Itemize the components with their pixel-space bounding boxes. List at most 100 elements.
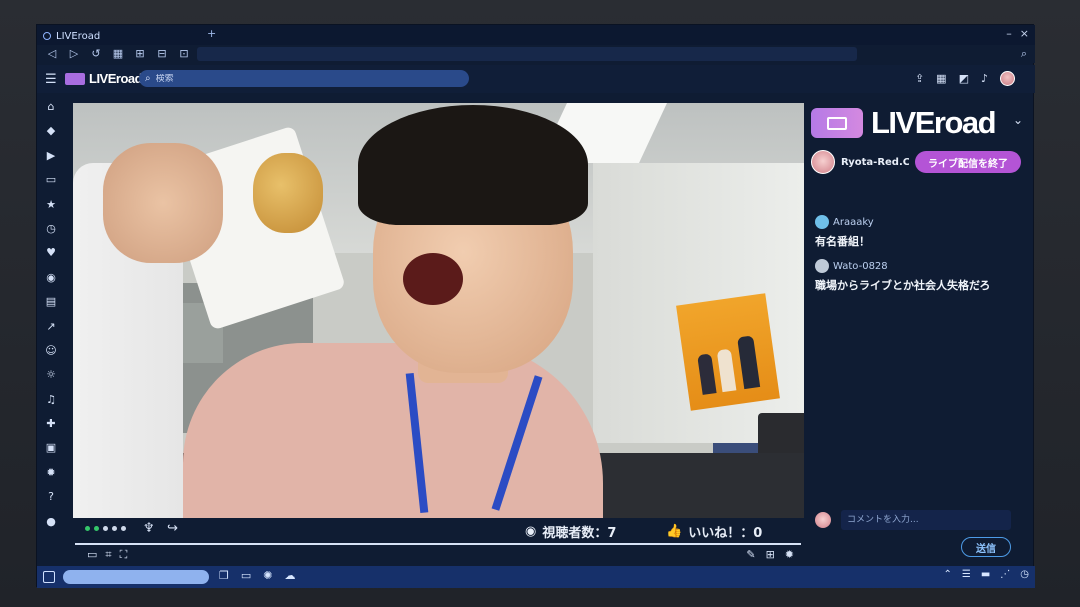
taskbar-apps: ❐ ▭ ✺ ☁ (219, 569, 296, 582)
card-icon[interactable]: ▣ (37, 436, 65, 460)
search-input[interactable] (155, 73, 446, 84)
clock-icon[interactable]: ◷ (37, 217, 65, 241)
wifi-icon[interactable]: ⋰ (1000, 569, 1010, 580)
bell-icon[interactable]: ♪ (981, 72, 988, 85)
commenter-avatar (815, 259, 829, 273)
system-tray: ⌃ ☰ ▬ ⋰ ◷ (943, 569, 1029, 580)
commenter-name: Wato-0828 (833, 260, 888, 272)
edit-icon[interactable]: ✎ (746, 548, 755, 561)
crop-icon[interactable]: ⌗ (105, 548, 111, 562)
controller-icon[interactable]: ✚ (37, 412, 65, 436)
windows-icon[interactable]: ❐ (219, 569, 229, 582)
video-poster (676, 293, 780, 411)
browser-icon[interactable]: ✺ (263, 569, 272, 582)
list-item: Wato-0828 職場からライブとか社会人失格だろ (815, 259, 1025, 293)
sun-icon[interactable]: ☼ (37, 363, 65, 387)
video-shirt (183, 343, 603, 518)
new-tab-button[interactable]: + (207, 27, 216, 40)
search-icon[interactable]: ⌕ (1021, 47, 1027, 61)
viewer-count-label: 視聴者数：7 (542, 526, 617, 541)
search-bar[interactable]: ⌕ (139, 70, 469, 87)
zoom-icon[interactable]: ⊡ (177, 47, 191, 60)
list-icon[interactable]: ☰ (962, 569, 971, 580)
window-controls: – × (1006, 27, 1029, 40)
star-icon[interactable]: ★ (37, 193, 65, 217)
fullscreen-icon[interactable]: ⛶ (120, 548, 128, 562)
comment-author[interactable]: Wato-0828 (815, 259, 1025, 273)
nav-bar: ◁ ▷ ↺ ▦ ⊞ ⊟ ⊡ ⌕ (37, 45, 1035, 63)
chat-icon[interactable]: ● (37, 510, 65, 534)
battery-icon[interactable]: ▬ (981, 569, 990, 580)
start-icon[interactable] (43, 571, 55, 583)
video-camera-icon (811, 108, 863, 138)
header-logo[interactable]: LIVEroad (65, 71, 143, 86)
heart-icon[interactable]: ♥ (37, 241, 65, 265)
settings-icon[interactable]: ✹ (37, 461, 65, 485)
home-icon[interactable]: ⌂ (37, 95, 65, 119)
logo-badge-icon (65, 72, 85, 85)
video-progress-bar[interactable] (75, 543, 801, 545)
video-hair (358, 105, 588, 225)
ufo-icon[interactable]: ◉ (37, 266, 65, 290)
title-bar: LIVEroad + – × (37, 25, 1035, 45)
comment-composer (815, 509, 1019, 531)
self-avatar (815, 512, 831, 528)
comment-input[interactable] (841, 510, 1011, 530)
search-icon: ⌕ (145, 73, 151, 84)
trending-icon[interactable]: ↗ (37, 315, 65, 339)
taskbar: ❐ ▭ ✺ ☁ ⌃ ☰ ▬ ⋰ ◷ (37, 566, 1035, 588)
add-icon[interactable]: ⊞ (766, 548, 775, 561)
chevron-down-icon[interactable]: ⌄ (1013, 113, 1023, 127)
help-icon[interactable]: ? (37, 485, 65, 509)
viewer-count: ◉ 視聴者数：7 (525, 522, 616, 541)
minus-icon[interactable]: ⊟ (155, 47, 169, 60)
user-icon[interactable]: ☺ (37, 339, 65, 363)
grid-icon[interactable]: ▦ (111, 47, 125, 60)
video-right-tools: ✎ ⊞ ✹ (746, 548, 794, 561)
close-button[interactable]: × (1020, 27, 1029, 40)
address-bar[interactable] (197, 47, 857, 61)
music-icon[interactable]: ♫ (37, 388, 65, 412)
commenter-avatar (815, 215, 829, 229)
app-header: ☰ LIVEroad ⌕ ⇪ ▦ ◩ ♪ (37, 65, 1035, 93)
game-icon[interactable]: ◆ (37, 119, 65, 143)
header-actions: ⇪ ▦ ◩ ♪ (915, 71, 1015, 86)
reload-icon[interactable]: ↺ (89, 47, 103, 60)
end-live-button[interactable]: ライブ配信を終了 (915, 151, 1021, 173)
clock-icon[interactable]: ◷ (1020, 569, 1029, 580)
live-panel: LIVEroad ⌄ Ryota-Red.C. ライブ配信を終了 Araaaky… (807, 95, 1031, 565)
streamer-avatar[interactable] (811, 150, 835, 174)
nav-controls: ◁ ▷ ↺ ▦ ⊞ ⊟ ⊡ (45, 47, 191, 60)
folder-icon[interactable]: ▭ (241, 569, 251, 582)
minimize-button[interactable]: – (1006, 27, 1012, 40)
apps-icon[interactable]: ▦ (936, 72, 946, 85)
comment-author[interactable]: Araaaky (815, 215, 1025, 229)
settings-icon[interactable]: ✹ (785, 548, 794, 561)
avatar[interactable] (1000, 71, 1015, 86)
browser-tab[interactable]: LIVEroad (43, 28, 203, 44)
play-icon[interactable]: ▶ (37, 144, 65, 168)
screen-icon[interactable]: ▭ (87, 548, 97, 562)
like-count[interactable]: 👍 いいね！：0 (666, 522, 762, 541)
menu-icon[interactable]: ☰ (45, 72, 57, 87)
panel-brand: LIVEroad (811, 105, 997, 141)
streamer-name: Ryota-Red.C. (841, 156, 909, 168)
add-icon[interactable]: ⊞ (133, 47, 147, 60)
forward-icon[interactable]: ▷ (67, 47, 81, 60)
video-left-tools: ▭ ⌗ ⛶ (87, 548, 127, 562)
cloud-icon[interactable]: ☁ (285, 569, 296, 582)
share-icon[interactable]: ↪ (167, 521, 178, 536)
taskbar-search[interactable] (63, 570, 209, 584)
send-button[interactable]: 送信 (961, 537, 1011, 557)
streamer-row: Ryota-Red.C. ライブ配信を終了 (811, 149, 1027, 175)
back-icon[interactable]: ◁ (45, 47, 59, 60)
calendar-icon[interactable]: ▤ (37, 290, 65, 314)
gallery-icon[interactable]: ◩ (959, 72, 969, 85)
live-video[interactable] (73, 103, 804, 518)
chevron-up-icon[interactable]: ⌃ (943, 569, 951, 580)
folder-icon[interactable]: ▭ (37, 168, 65, 192)
video-hand (103, 143, 223, 263)
upload-icon[interactable]: ⇪ (915, 72, 924, 85)
mic-icon[interactable]: ♆ (143, 521, 155, 536)
thumbs-up-icon: 👍 (666, 524, 683, 539)
